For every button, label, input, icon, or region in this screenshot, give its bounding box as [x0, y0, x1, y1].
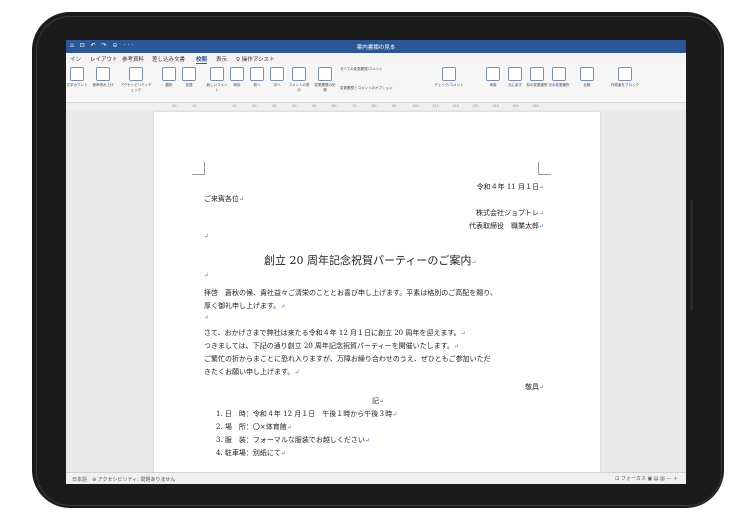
reject-button[interactable]: 元に戻す: [504, 67, 526, 88]
accessibility-icon: [129, 67, 143, 81]
ribbon: 文字カウント 音声読み上げ アクセシビリティチェック 翻訳 言語 新しいコメント…: [66, 64, 686, 103]
list-item: 3. 服 装：フォーマルな服装でお越しください↵: [216, 436, 370, 444]
list-item: 4. 駐車場：別紙にて↵: [216, 449, 286, 457]
track-changes-icon: [318, 67, 332, 81]
tab-mailings[interactable]: 差し込み文書: [152, 55, 185, 63]
read-aloud-icon: [96, 67, 110, 81]
new-comment-icon: [210, 67, 224, 81]
view-and-zoom-controls[interactable]: ⊡ フォーカス ▣ ▤ ▥ — ＋: [615, 475, 678, 482]
previous-change-icon: [530, 67, 544, 81]
word-count-icon: [70, 67, 84, 81]
compare-button[interactable]: 比較: [576, 67, 598, 88]
letter-closing: 敬具↵: [524, 383, 544, 391]
letter-company: 株式会社ジョブトレ↵: [475, 209, 544, 217]
tab-review[interactable]: 校閲: [196, 55, 208, 64]
letter-representative: 代表取締役 職業太郎↵: [468, 222, 544, 230]
body-line: 拝啓 蒼秋の候、貴社益々ご清栄のこととお喜び申し上げます。平素は格別のご高配を賜…: [204, 289, 498, 297]
language-icon: [182, 67, 196, 81]
margin-corner-mark: [538, 162, 551, 175]
tab-layout[interactable]: レイアウト: [90, 55, 118, 63]
tab-view[interactable]: 表示: [216, 55, 227, 63]
body-line: つきましては、下記の通り創立 20 周年記念祝賀パーティーを開催いたします。↵: [204, 342, 459, 350]
document-title: 案内書類の見本: [356, 45, 396, 51]
tablet-side-button: [690, 200, 693, 310]
next-change-icon: [552, 67, 566, 81]
new-comment-button[interactable]: 新しいコメント: [206, 67, 228, 93]
track-changes-button[interactable]: 変更履歴の記録: [314, 67, 336, 93]
translate-button[interactable]: 翻訳: [158, 67, 180, 88]
next-comment-button[interactable]: 次へ: [266, 67, 288, 88]
list-item: 2. 場 所：〇×体育館↵: [216, 423, 292, 431]
accept-icon: [486, 67, 500, 81]
block-authors-icon: [618, 67, 632, 81]
show-comments-icon: [292, 67, 306, 81]
previous-comment-button[interactable]: 前へ: [246, 67, 268, 88]
language-button[interactable]: 言語: [178, 67, 200, 88]
read-aloud-button[interactable]: 音声読み上げ: [92, 67, 114, 88]
letter-date: 令和４年 11 月１日↵: [476, 183, 544, 191]
letter-recipient: ご来賓各位↵: [204, 195, 245, 203]
accessibility-check-button[interactable]: アクセシビリティチェック: [120, 67, 152, 93]
status-language-accessibility[interactable]: 日本語 ⊕ アクセシビリティ: 問題ありません: [72, 476, 175, 483]
block-authors-button[interactable]: 作成者をブロック: [610, 67, 640, 88]
document-page[interactable]: 令和４年 11 月１日↵ ご来賓各位↵ 株式会社ジョブトレ↵ 代表取締役 職業太…: [154, 112, 600, 484]
check-comment-button[interactable]: チェック/コメント: [432, 67, 466, 88]
show-comments-button[interactable]: コメントの表示: [288, 67, 310, 93]
previous-change-button[interactable]: 前の変更箇所: [526, 67, 548, 88]
body-line: 厚く御礼申し上げます。↵: [204, 302, 286, 310]
body-line: さて、おかげさまで弊社は来たる令和４年 12 月１日に創立 20 周年を迎えます…: [204, 329, 466, 337]
compare-icon: [580, 67, 594, 81]
document-canvas[interactable]: 令和４年 11 月１日↵ ご来賓各位↵ 株式会社ジョブトレ↵ 代表取締役 職業太…: [66, 110, 686, 484]
status-bar: 日本語 ⊕ アクセシビリティ: 問題ありません ⊡ フォーカス ▣ ▤ ▥ — …: [66, 472, 686, 484]
list-item: 1. 日 時：令和４年 12 月１日 午後１時から午後３時↵: [216, 410, 398, 418]
paragraph-mark: ↵: [204, 272, 210, 279]
paragraph-mark: ↵: [204, 314, 210, 321]
accept-button[interactable]: 承諾: [482, 67, 504, 88]
paragraph-mark: ↵: [204, 233, 210, 240]
translate-icon: [162, 67, 176, 81]
horizontal-ruler: 20 10 10 20 30 40 50 60 70 80 90 100 110…: [66, 103, 686, 110]
ribbon-tabs: イン レイアウト 参考資料 差し込み文書 校閲 表示 ♀ 操作アシスト: [66, 53, 686, 64]
previous-comment-icon: [250, 67, 264, 81]
body-line: ご繁忙の折からまことに恐れ入りますが、万障お繰り合わせのうえ、ぜひともご参加いた…: [204, 355, 491, 363]
reject-icon: [508, 67, 522, 81]
tracking-options-dropdown[interactable]: 変更履歴とコメントのオプション: [340, 86, 420, 91]
title-bar: ⌂ ⊡ ↶ ↷ ⊝ ··· 案内書類の見本: [66, 40, 686, 53]
delete-comment-icon: [230, 67, 244, 81]
letter-heading: 創立 20 周年記念祝賀パーティーのご案内↵: [264, 254, 477, 267]
body-line: きたくお願い申し上げます。↵: [204, 368, 300, 376]
word-window: ⌂ ⊡ ↶ ↷ ⊝ ··· 案内書類の見本 イン レイアウト 参考資料 差し込み…: [66, 40, 686, 484]
tab-design[interactable]: イン: [70, 55, 81, 63]
ki-heading: 記↵: [372, 397, 385, 405]
delete-comment-button[interactable]: 削除: [226, 67, 248, 88]
margin-corner-mark: [192, 162, 205, 175]
markup-dropdown[interactable]: すべての変更履歴/コメント: [340, 67, 410, 72]
tab-tell-me[interactable]: ♀ 操作アシスト: [236, 55, 275, 63]
next-change-button[interactable]: 次の変更箇所: [548, 67, 570, 88]
next-comment-icon: [270, 67, 284, 81]
tab-references[interactable]: 参考資料: [122, 55, 144, 63]
word-count-button[interactable]: 文字カウント: [66, 67, 88, 88]
check-comment-icon: [442, 67, 456, 81]
